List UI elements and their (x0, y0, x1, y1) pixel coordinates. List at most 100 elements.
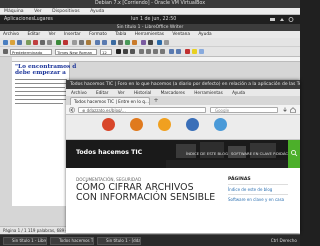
vbox-menu-devices[interactable]: Dispositivos (52, 9, 80, 14)
nav-software[interactable]: SOFTWARE EN CLAVE P.DIDÁCTICA (231, 151, 297, 156)
ff-menu-history[interactable]: Historial (134, 90, 151, 95)
edit-icon[interactable] (26, 40, 31, 45)
bookmark-tile[interactable] (186, 118, 199, 131)
align-left-icon[interactable] (139, 49, 144, 54)
writer-menu-format[interactable]: Formato (89, 32, 107, 37)
align-center-icon[interactable] (146, 49, 151, 54)
align-right-icon[interactable] (153, 49, 158, 54)
writer-menu-table[interactable]: Tabla (115, 32, 126, 37)
tab-strip: Todos hacemos TIC | Entre en lo q... + (66, 96, 300, 105)
vbox-menubar: Máquina Ver Dispositivos Ayuda (0, 8, 300, 15)
justify-icon[interactable] (160, 49, 165, 54)
bullets-icon[interactable] (169, 49, 174, 54)
styles-icon[interactable] (3, 49, 8, 54)
new-document-icon[interactable] (3, 40, 8, 45)
document-page[interactable]: "Lo encontramos d debe empezar a (12, 62, 76, 206)
ff-menu-tools[interactable]: Herramientas (194, 90, 223, 95)
text-line (15, 95, 66, 97)
vbox-menu-machine[interactable]: Máquina (4, 9, 24, 14)
ff-menu-file[interactable]: Archivo (71, 90, 87, 95)
applications-menu[interactable]: Aplicaciones (4, 15, 34, 24)
writer-title: Sin título 1 - LibreOffice Writer (0, 24, 300, 31)
bookmark-tile[interactable] (158, 118, 171, 131)
nav-blog-index[interactable]: ÍNDICE DE ESTE BLOG (186, 151, 228, 156)
chart-icon[interactable] (132, 40, 137, 45)
navigator-icon[interactable] (141, 40, 146, 45)
places-menu[interactable]: Lugares (34, 15, 53, 24)
bottom-taskbar: Sin título 1 - LibreOffice Writer Todos … (0, 234, 300, 246)
zoom-icon[interactable] (157, 40, 162, 45)
numbering-icon[interactable] (176, 49, 181, 54)
bookmark-tile[interactable] (214, 118, 227, 131)
writer-menu-insert[interactable]: Insertar (64, 32, 81, 37)
font-color-icon[interactable] (185, 49, 190, 54)
writer-menu-window[interactable]: Ventana (172, 32, 190, 37)
back-icon[interactable] (69, 107, 76, 113)
bold-icon[interactable] (116, 49, 121, 54)
sidebar-link[interactable]: Índice de este de blog (228, 187, 272, 192)
standard-toolbar (0, 38, 300, 47)
search-toggle[interactable] (288, 140, 300, 168)
new-tab-icon[interactable]: + (152, 98, 160, 104)
font-name-select[interactable]: Times New Roman (55, 49, 97, 55)
taskbar-item-other[interactable]: Sin título 1 - [ddazTPR... (97, 237, 141, 245)
host-key-indicator: Ctrl Derecho (270, 238, 297, 243)
firefox-title: Todos hacemos TIC | Foro en lo que hacem… (66, 80, 300, 89)
taskbar-item-writer[interactable]: Sin título 1 - LibreOffice Writer (3, 237, 47, 245)
image-icon[interactable] (125, 40, 130, 45)
bookmark-tile[interactable] (130, 118, 143, 131)
ff-menu-bookmarks[interactable]: Marcadores (161, 90, 185, 95)
autocorrect-icon[interactable] (63, 40, 68, 45)
system-tray[interactable] (266, 15, 296, 24)
help-icon[interactable] (164, 40, 169, 45)
paragraph-style-select[interactable]: Predeterminado (10, 49, 52, 55)
open-folder-icon[interactable] (10, 40, 15, 45)
ff-menu-edit[interactable]: Editar (96, 90, 108, 95)
site-name[interactable]: Todos hacemos TIC (76, 149, 142, 156)
writer-menu-help[interactable]: Ayuda (198, 32, 211, 37)
writer-menu-tools[interactable]: Herramientas (135, 32, 164, 37)
font-size-select[interactable]: 12 (100, 49, 112, 55)
italic-icon[interactable] (123, 49, 128, 54)
spellcheck-icon[interactable] (56, 40, 61, 45)
writer-menu-edit[interactable]: Editar (27, 32, 40, 37)
formatting-marks-icon[interactable] (148, 40, 153, 45)
highlight-icon[interactable] (192, 49, 197, 54)
background-color-icon[interactable] (199, 49, 204, 54)
tray-icons (270, 17, 294, 22)
panel-clock[interactable]: lun 1 de jun, 22:50 (131, 15, 176, 24)
ff-menu-help[interactable]: Ayuda (232, 90, 245, 95)
vbox-menu-help[interactable]: Ayuda (90, 9, 104, 14)
writer-menu-file[interactable]: Archivo (3, 32, 19, 37)
table-icon[interactable] (118, 40, 123, 45)
sidebar-link[interactable]: Software en clave y en casa (228, 197, 284, 202)
formatting-toolbar: Predeterminado Times New Roman 12 (0, 47, 300, 57)
cut-icon[interactable] (72, 40, 77, 45)
home-icon[interactable] (290, 107, 296, 113)
taskbar-item-firefox[interactable]: Todos hacemos TIC... (50, 237, 94, 245)
document-heading: "Lo encontramos d debe empezar a (15, 64, 76, 76)
undo-icon[interactable] (95, 40, 100, 45)
firefox-menubar: Archivo Editar Ver Historial Marcadores … (66, 89, 300, 96)
active-tab[interactable]: Todos hacemos TIC | Entre en lo q... (70, 97, 150, 105)
copy-icon[interactable] (79, 40, 84, 45)
text-line (15, 99, 69, 101)
download-icon[interactable] (282, 107, 288, 113)
redo-icon[interactable] (102, 40, 107, 45)
writer-menu-view[interactable]: Ver (49, 32, 56, 37)
save-icon[interactable] (17, 40, 22, 45)
export-pdf-icon[interactable] (33, 40, 38, 45)
firefox-window: Todos hacemos TIC | Foro en lo que hacem… (66, 80, 300, 233)
search-box[interactable]: Google (210, 107, 278, 113)
print-icon[interactable] (40, 40, 45, 45)
print-preview-icon[interactable] (47, 40, 52, 45)
hyperlink-icon[interactable] (111, 40, 116, 45)
vbox-menu-view[interactable]: Ver (34, 9, 42, 14)
url-bar[interactable]: ⊕ ddazzato.es/blog/... (78, 107, 206, 113)
bookmark-tile[interactable] (102, 118, 115, 131)
ff-menu-view[interactable]: Ver (118, 90, 125, 95)
post-title[interactable]: CÓMO CIFRAR ARCHIVOS CON INFORMACIÓN SEN… (76, 183, 216, 202)
paste-icon[interactable] (86, 40, 91, 45)
text-line (15, 83, 69, 85)
underline-icon[interactable] (130, 49, 135, 54)
